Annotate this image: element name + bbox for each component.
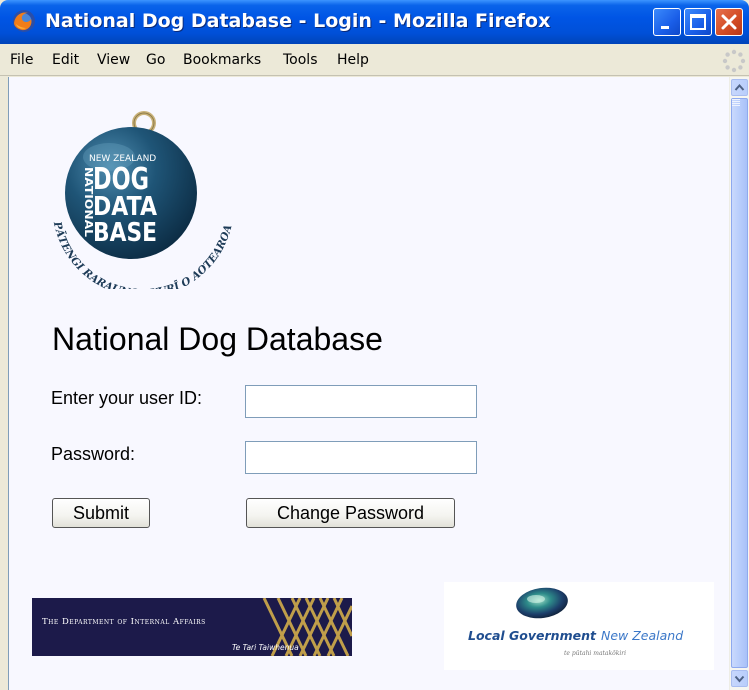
window-title: National Dog Database - Login - Mozilla … — [45, 10, 551, 32]
vertical-scrollbar[interactable] — [729, 77, 749, 690]
scroll-up-button[interactable] — [731, 79, 748, 96]
dia-name-text: The Department of Internal Affairs — [42, 617, 206, 627]
minimize-icon — [661, 26, 669, 29]
menu-view[interactable]: View — [97, 52, 130, 68]
submit-button[interactable]: Submit — [52, 498, 150, 528]
maximize-button[interactable] — [684, 8, 712, 36]
grip-icon — [732, 99, 740, 106]
minimize-button[interactable] — [653, 8, 681, 36]
local-government-nz-logo: Local Government New Zealand te pūtahi m… — [444, 582, 714, 670]
lgnz-tagline: te pūtahi matakōkiri — [564, 650, 626, 657]
lgnz-name-italic: New Zealand — [601, 628, 683, 643]
logo-national-text: NATIONAL — [82, 167, 95, 237]
menu-bookmarks[interactable]: Bookmarks — [183, 52, 261, 68]
scroll-down-button[interactable] — [731, 670, 748, 687]
dia-maori-text: Te Tari Taiwhenua — [232, 643, 299, 652]
lgnz-name-bold: Local Government — [468, 628, 597, 643]
password-label: Password: — [51, 444, 136, 464]
user-id-input[interactable] — [245, 385, 477, 418]
menu-tools[interactable]: Tools — [283, 52, 318, 68]
menu-help[interactable]: Help — [337, 52, 369, 68]
menu-bar: File Edit View Go Bookmarks Tools Help — [0, 44, 749, 76]
scroll-thumb[interactable] — [731, 98, 748, 668]
menu-go[interactable]: Go — [146, 52, 165, 68]
menu-file[interactable]: File — [10, 52, 33, 68]
page-title: National Dog Database — [52, 321, 383, 357]
maximize-icon — [690, 14, 706, 30]
logo-base-text: BASE — [93, 218, 157, 248]
window-titlebar[interactable]: National Dog Database - Login - Mozilla … — [0, 0, 749, 44]
chevron-up-icon — [734, 83, 745, 91]
user-id-label: Enter your user ID: — [51, 388, 203, 408]
password-input[interactable] — [245, 441, 477, 474]
national-dog-database-logo: NEW ZEALAND DOG DATA BASE NATIONAL PĀTEN… — [51, 111, 234, 289]
close-icon — [721, 14, 737, 30]
menu-edit[interactable]: Edit — [52, 52, 79, 68]
page-viewport: NEW ZEALAND DOG DATA BASE NATIONAL PĀTEN… — [8, 77, 730, 690]
department-of-internal-affairs-logo: The Department of Internal Affairs Te Ta… — [32, 598, 352, 656]
throbber-icon — [722, 49, 746, 73]
close-button[interactable] — [715, 8, 743, 36]
change-password-button[interactable]: Change Password — [246, 498, 455, 528]
chevron-down-icon — [734, 675, 745, 683]
firefox-icon — [13, 10, 35, 32]
